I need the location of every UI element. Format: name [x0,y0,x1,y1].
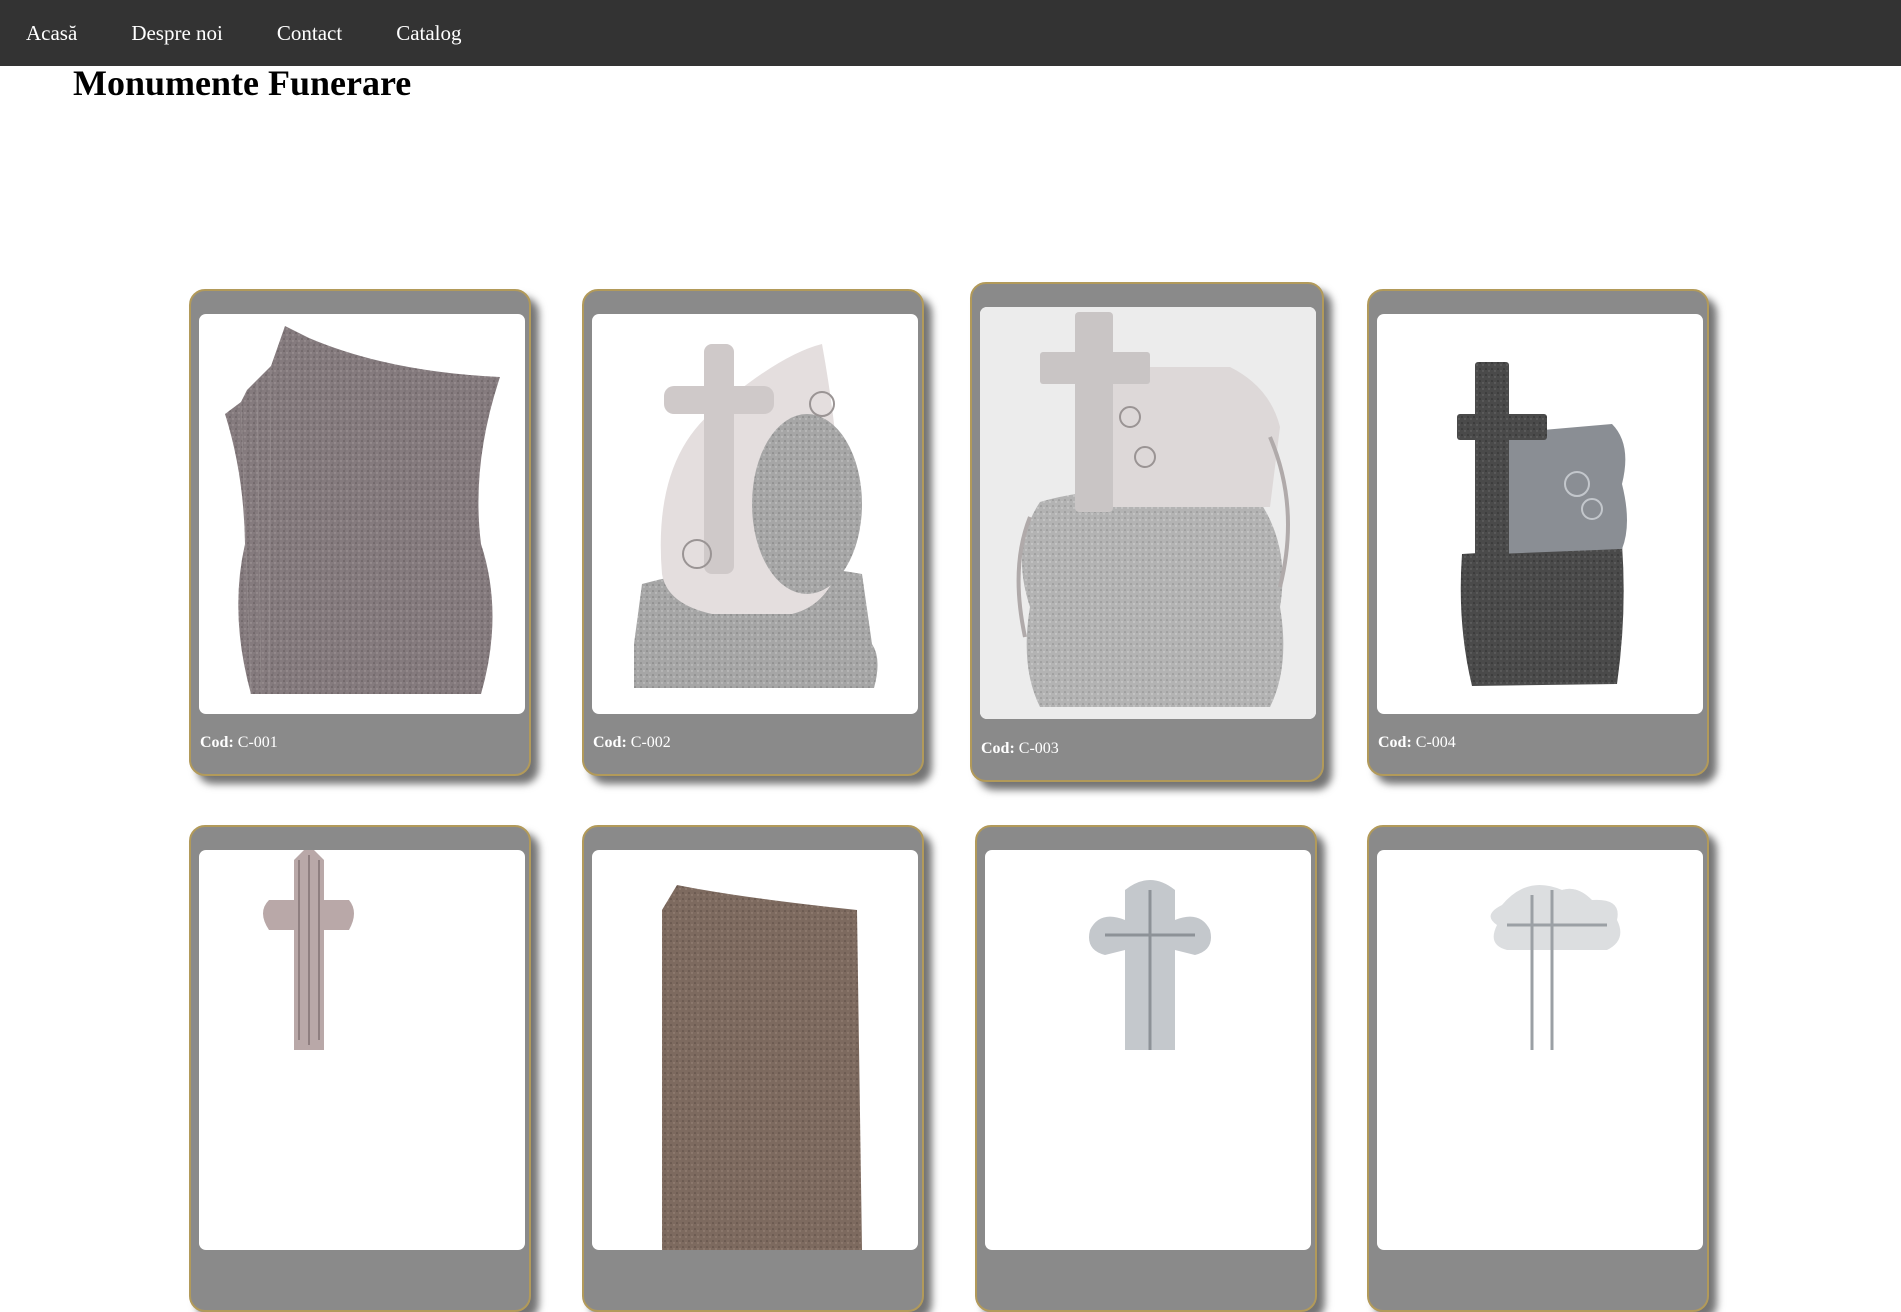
product-image-c001 [199,314,525,714]
product-image-c003 [980,307,1316,719]
granite-cross-roses-monument-icon [980,307,1316,719]
product-card-c003[interactable]: Cod: C-003 [970,282,1324,782]
nav-link-home[interactable]: Acasă [26,21,77,46]
product-code-c004: Cod: C-004 [1378,734,1456,751]
page-title: Monumente Funerare [73,63,412,103]
product-code-c003: Cod: C-003 [981,740,1059,757]
product-card-c004[interactable]: Cod: C-004 [1367,289,1709,776]
product-image-c004 [1377,314,1703,714]
product-code-c001: Cod: C-001 [200,734,278,751]
granite-cross-monument-icon [634,344,878,688]
white-marble-cross-icon [1089,880,1211,1050]
product-image-5 [199,850,525,1250]
product-image-c002 [592,314,918,714]
product-image-7 [985,850,1311,1250]
top-navbar: Acasă Despre noi Contact Catalog [0,0,1901,66]
product-image-8 [1377,850,1703,1250]
pink-granite-cross-icon [263,850,354,1050]
product-card-5[interactable] [189,825,531,1312]
dark-granite-cross-monument-icon [1457,362,1627,686]
product-code-c002: Cod: C-002 [593,734,671,751]
brown-granite-slab-icon [662,885,862,1250]
product-card-7[interactable] [975,825,1317,1312]
product-image-6 [592,850,918,1250]
nav-link-about[interactable]: Despre noi [131,21,223,46]
granite-slab-icon [225,326,500,695]
white-marble-cross-2-icon [1490,885,1621,1050]
nav-link-catalog[interactable]: Catalog [396,21,461,46]
product-card-8[interactable] [1367,825,1709,1312]
product-card-c002[interactable]: Cod: C-002 [582,289,924,776]
product-card-6[interactable] [582,825,924,1312]
product-card-c001[interactable]: Cod: C-001 [189,289,531,776]
nav-link-contact[interactable]: Contact [277,21,342,46]
